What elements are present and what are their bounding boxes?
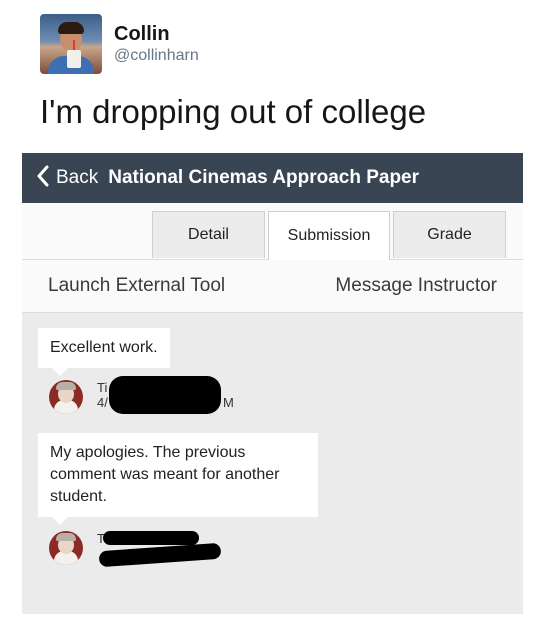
redaction-mark (98, 542, 222, 568)
redaction-mark (103, 531, 199, 545)
author-info: T (89, 531, 229, 568)
tweet-header: Collin @collinharn (40, 14, 199, 74)
redaction-mark (109, 376, 221, 414)
action-bar: Launch External Tool Message Instructor (22, 260, 523, 313)
app-screenshot: Back National Cinemas Approach Paper Det… (22, 153, 523, 614)
comment-bubble: My apologies. The previous comment was m… (38, 433, 318, 525)
launch-external-tool-button[interactable]: Launch External Tool (48, 275, 225, 297)
tab-bar: Detail Submission Grade (22, 203, 523, 260)
back-label[interactable]: Back (56, 167, 98, 189)
tweet-text: I'm dropping out of college (40, 93, 427, 130)
tab-detail[interactable]: Detail (152, 211, 265, 258)
user-handle[interactable]: @collinharn (114, 46, 199, 66)
navbar: Back National Cinemas Approach Paper (22, 153, 523, 203)
author-name: Ti (97, 380, 108, 395)
avatar[interactable] (49, 380, 83, 414)
page-title: National Cinemas Approach Paper (108, 167, 420, 188)
display-name[interactable]: Collin (114, 22, 199, 46)
comment-author: T (49, 531, 229, 568)
tab-submission[interactable]: Submission (268, 211, 390, 260)
comment-timestamp-end: M (223, 395, 234, 410)
comment-bubble: Excellent work. (38, 328, 170, 376)
avatar[interactable] (49, 531, 83, 565)
tab-grade[interactable]: Grade (393, 211, 506, 258)
comment-timestamp: 4/ (97, 395, 108, 410)
back-button[interactable]: Back (36, 165, 98, 192)
comment-author: Ti 4/ M (49, 376, 234, 414)
author-info: Ti 4/ M (89, 376, 234, 414)
message-instructor-button[interactable]: Message Instructor (335, 275, 497, 297)
avatar[interactable] (40, 14, 102, 74)
tweet-author: Collin @collinharn (114, 22, 199, 66)
chevron-left-icon (36, 165, 50, 192)
